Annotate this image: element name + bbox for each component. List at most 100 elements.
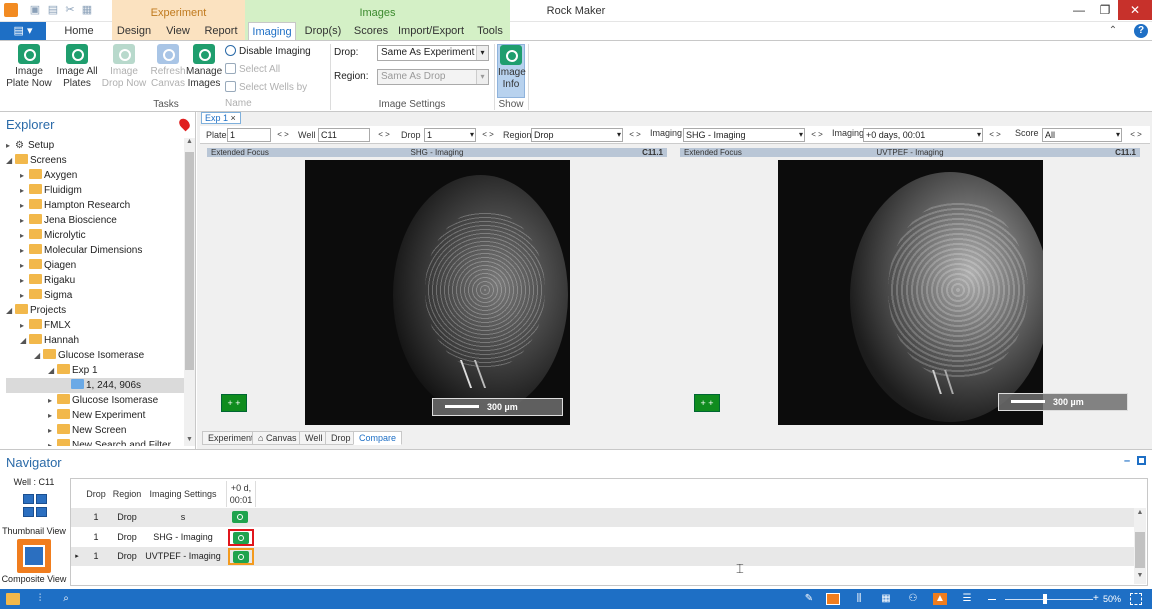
composite-view-button[interactable] (17, 539, 51, 573)
image-info-button[interactable]: Image Info (497, 44, 526, 98)
disable-imaging-button[interactable]: Disable Imaging (225, 44, 327, 60)
image-thumbnail-camera[interactable] (228, 548, 254, 565)
binoculars-icon[interactable]: ⚇ (907, 593, 919, 605)
image-all-plates-button[interactable]: Image All Plates (56, 44, 98, 98)
tree-item[interactable]: ▸ New Search and Filter (6, 438, 184, 446)
save-icon[interactable]: ▣ (28, 3, 42, 17)
composite-view-label[interactable]: Composite View (0, 574, 68, 584)
shg-drop-image[interactable] (305, 160, 570, 425)
tree-item[interactable]: ▸ Hampton Research (6, 198, 184, 213)
image-thumbnail-camera[interactable] (228, 529, 254, 546)
expand-toggle-icon[interactable]: ▸ (48, 408, 57, 423)
fit-screen-icon[interactable] (1130, 593, 1142, 605)
drop-nav-arrows[interactable]: < > (478, 128, 498, 142)
expand-toggle-icon[interactable]: ▸ (20, 198, 29, 213)
expand-toggle-icon[interactable]: ▸ (20, 288, 29, 303)
explorer-scroll-thumb[interactable] (185, 152, 194, 370)
thumbnail-view-label[interactable]: Thumbnail View (0, 526, 68, 536)
tab-compare-view[interactable]: Compare (353, 431, 403, 445)
tree-item[interactable]: ◢ Projects (6, 303, 184, 318)
zoom-slider-track[interactable] (1005, 599, 1093, 600)
tab-report[interactable]: Report (200, 22, 242, 40)
imaging-nav-arrows[interactable]: < > (807, 128, 827, 142)
well-nav-arrows[interactable]: < > (374, 128, 394, 142)
tree-item[interactable]: ◢ Screens (6, 153, 184, 168)
image-view-icon[interactable] (826, 593, 840, 605)
tree-item[interactable]: ◢ Hannah (6, 333, 184, 348)
alert-icon[interactable]: ▲ (933, 593, 947, 605)
table-row[interactable]: 1 Drop s (71, 508, 1134, 527)
imaging-time-nav-arrows[interactable]: < > (985, 128, 1005, 142)
expand-toggle-icon[interactable]: ◢ (20, 333, 29, 348)
tab-drop-view[interactable]: Drop (325, 431, 357, 445)
tree-item[interactable]: ▸ Axygen (6, 168, 184, 183)
image-plate-now-button[interactable]: Image Plate Now (4, 44, 54, 98)
expand-toggle-icon[interactable]: ◢ (6, 303, 15, 318)
imaging-time-select[interactable]: +0 days, 00:01 ▾ (863, 128, 983, 142)
folder-icon[interactable] (6, 593, 20, 605)
tree-item[interactable]: ▸ Rigaku (6, 273, 184, 288)
region-setting-select[interactable]: Same As Drop ▾ (377, 69, 489, 85)
tab-experiment-view[interactable]: Experiment (202, 431, 260, 445)
grid-icon[interactable]: ▦ (880, 593, 892, 605)
thumbnail-view-icon[interactable] (20, 494, 50, 518)
restore-button[interactable]: ❐ (1092, 0, 1118, 20)
pen-icon[interactable]: ✎ (803, 593, 815, 605)
cut-icon[interactable]: ✂ (63, 3, 77, 17)
scroll-down-icon[interactable]: ▼ (184, 436, 195, 446)
tab-drops[interactable]: Drop(s) (302, 22, 344, 40)
expand-toggle-icon[interactable]: ◢ (6, 153, 15, 168)
imaging-settings-select[interactable]: SHG - Imaging ▾ (683, 128, 805, 142)
right-add-overlay-icon[interactable]: + + (694, 394, 720, 412)
refresh-canvas-button[interactable]: Refresh Canvas (150, 44, 186, 98)
tree-item[interactable]: ▸ Molecular Dimensions (6, 243, 184, 258)
tree-item[interactable]: ▸ Sigma (6, 288, 184, 303)
scroll-up-icon[interactable]: ▲ (1134, 509, 1146, 519)
expand-toggle-icon[interactable]: ▸ (20, 273, 29, 288)
image-drop-now-button[interactable]: Image Drop Now (99, 44, 149, 98)
expand-toggle-icon[interactable]: ▸ (20, 213, 29, 228)
tree-item[interactable]: ▸ New Experiment (6, 408, 184, 423)
tree-item[interactable]: ▸ New Screen (6, 423, 184, 438)
zoom-out-icon[interactable] (988, 599, 996, 600)
tree-item[interactable]: ▸ FMLX (6, 318, 184, 333)
minimize-button[interactable]: — (1066, 0, 1092, 20)
tree-item[interactable]: 1, 244, 906s (6, 378, 184, 393)
expand-toggle-icon[interactable]: ◢ (48, 363, 57, 378)
tree-item[interactable]: ▸ ⚙ Setup (6, 138, 184, 153)
file-menu-button[interactable]: ▤ ▾ (0, 22, 46, 40)
table-row[interactable]: 1 Drop SHG - Imaging (71, 528, 1134, 547)
expand-toggle-icon[interactable]: ▸ (20, 258, 29, 273)
image-thumbnail-camera[interactable] (228, 508, 254, 527)
well-input[interactable]: C11 (318, 128, 370, 142)
expand-toggle-icon[interactable]: ▸ (20, 183, 29, 198)
select-all-button[interactable]: Select All (225, 62, 327, 78)
region-select[interactable]: Drop ▾ (531, 128, 623, 142)
table-row[interactable]: 1 Drop UVTPEF - Imaging ▸ (71, 547, 1134, 566)
expand-toggle-icon[interactable]: ▸ (20, 228, 29, 243)
collapse-ribbon-icon[interactable]: ⌃ (1106, 25, 1120, 39)
scroll-down-icon[interactable]: ▼ (1134, 572, 1146, 582)
tree-item[interactable]: ▸ Glucose Isomerase (6, 393, 184, 408)
tree-item[interactable]: ▸ Qiagen (6, 258, 184, 273)
plate-nav-arrows[interactable]: < > (273, 128, 293, 142)
minimize-panel-icon[interactable]: – (1124, 456, 1134, 467)
tab-import-export[interactable]: Import/Export (398, 22, 464, 40)
score-select[interactable]: All ▾ (1042, 128, 1122, 142)
tab-home[interactable]: Home (58, 22, 100, 40)
navigator-scroll-thumb[interactable] (1135, 532, 1145, 568)
help-icon[interactable]: ? (1134, 24, 1148, 38)
close-tab-icon[interactable]: × (231, 113, 236, 123)
tab-design[interactable]: Design (114, 22, 154, 40)
uvtpef-drop-image[interactable] (778, 160, 1043, 425)
tab-view[interactable]: View (160, 22, 196, 40)
tree-item[interactable]: ▸ Microlytic (6, 228, 184, 243)
expand-toggle-icon[interactable]: ▸ (6, 138, 15, 153)
tab-scores[interactable]: Scores (350, 22, 392, 40)
tree-item[interactable]: ◢ Glucose Isomerase (6, 348, 184, 363)
search-icon[interactable]: ⌕ (60, 593, 72, 605)
expand-toggle-icon[interactable]: ▸ (20, 168, 29, 183)
expand-toggle-icon[interactable]: ▸ (48, 438, 57, 446)
left-add-overlay-icon[interactable]: + + (221, 394, 247, 412)
expand-toggle-icon[interactable]: ▸ (20, 318, 29, 333)
